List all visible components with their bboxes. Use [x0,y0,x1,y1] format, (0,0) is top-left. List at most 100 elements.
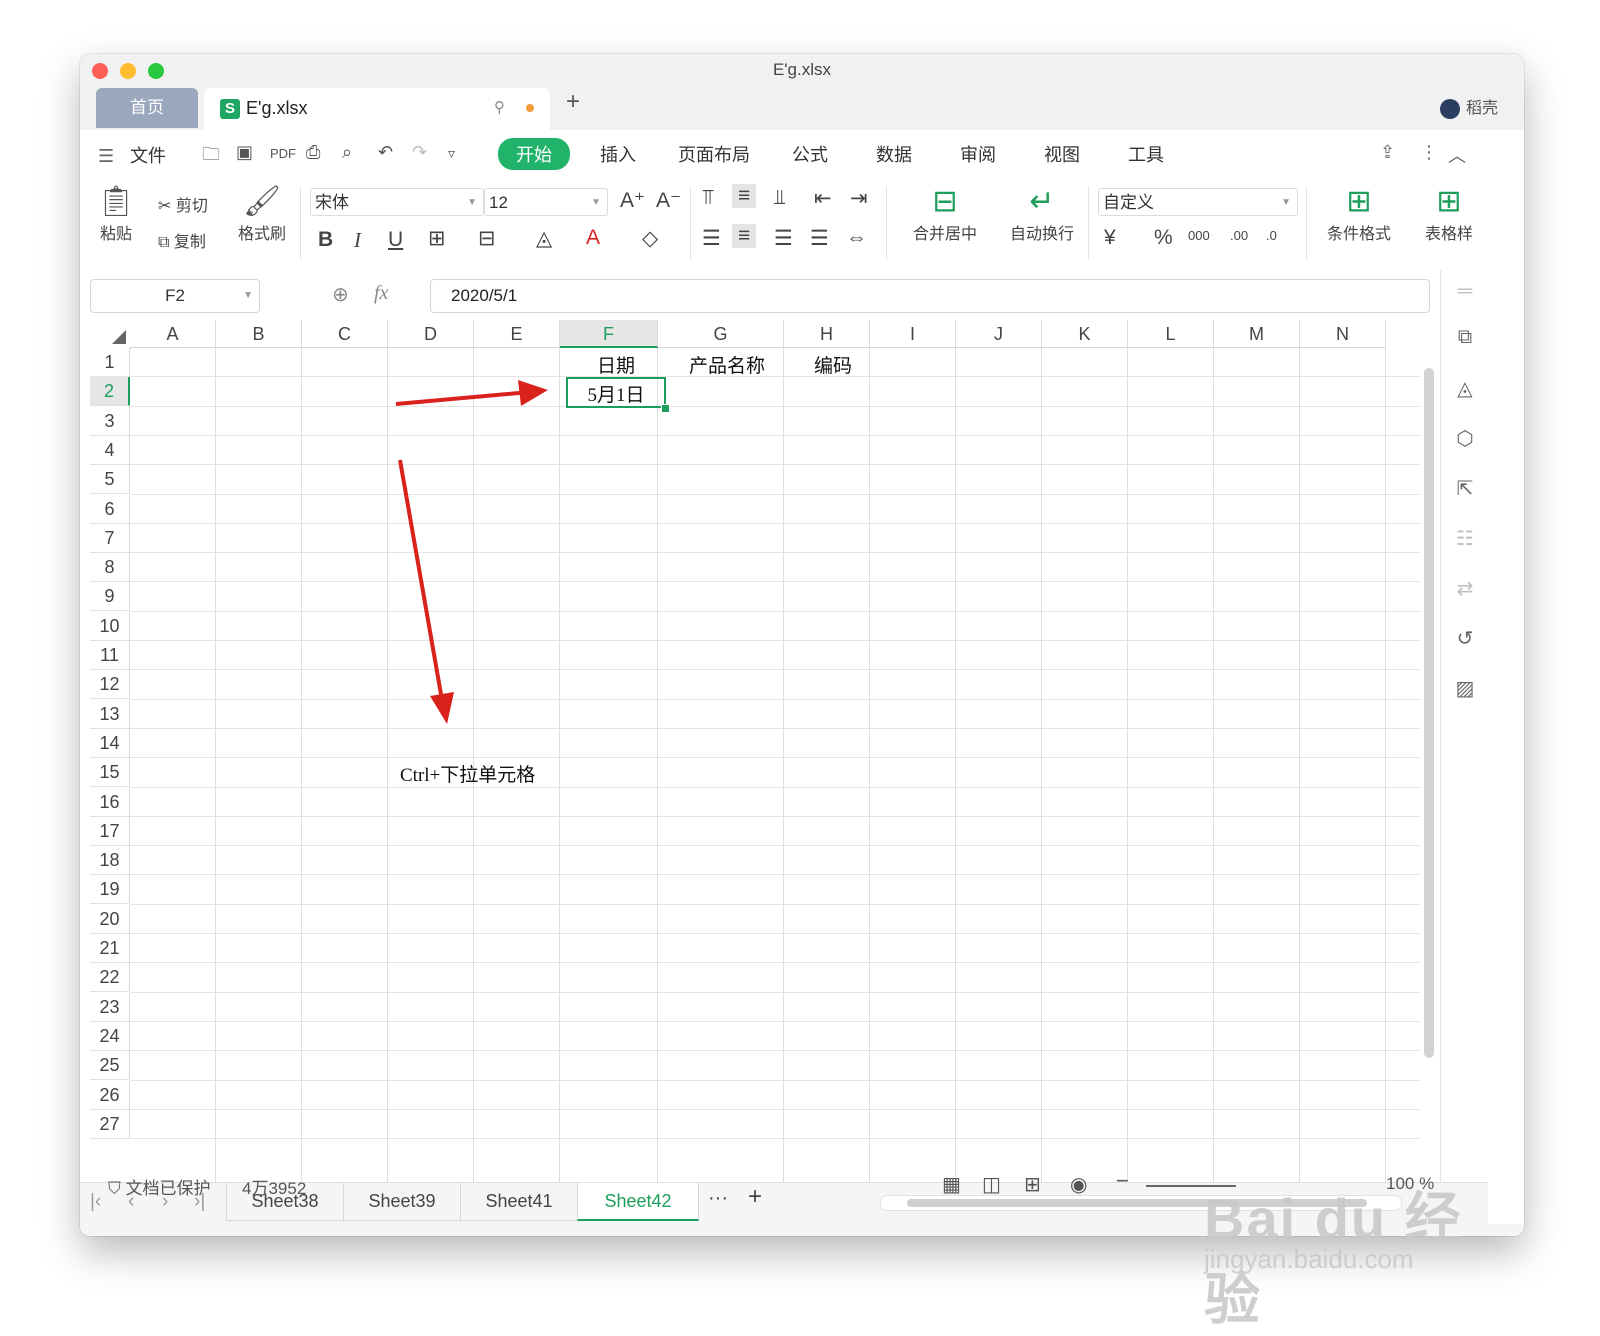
conditional-format-button[interactable]: ⊞ 条件格式 [1314,184,1404,244]
borders-icon[interactable]: ⊞ [428,226,446,251]
eraser-icon[interactable]: ◇ [642,226,658,251]
format-painter-button[interactable]: 🖌︎ 格式刷 [234,184,290,244]
select-cursor-icon[interactable]: ⇱ [1441,476,1489,501]
tab-tools[interactable]: 工具 [1128,141,1164,167]
sheet-tab-sheet42[interactable]: Sheet42 [577,1183,699,1221]
page-layout-view-icon[interactable]: ◫ [982,1172,1001,1197]
share-icon[interactable]: ⇪ [1380,142,1395,163]
print-icon[interactable]: ⎙ [306,142,320,163]
percent-icon[interactable]: % [1154,226,1173,250]
increase-font-icon[interactable]: A⁺ [620,188,645,213]
spreadsheet-grid[interactable]: A B C D E F G H I J K L M N 1 2 3 4 5 6 7 8 9 10 11 12 13 14 15 16 17 1… [90,320,1420,1182]
tab-start[interactable]: 开始 [498,138,570,170]
open-folder-icon[interactable]: 🗀 [202,142,220,172]
style-icon[interactable]: ◬ [1441,376,1489,401]
tab-page-layout[interactable]: 页面布局 [678,141,750,167]
print-preview-icon[interactable]: ⌕ [342,142,352,163]
tab-data[interactable]: 数据 [876,141,912,167]
add-sheet-button[interactable]: + [748,1183,762,1211]
save-icon[interactable]: ▣ [236,142,253,163]
tab-view[interactable]: 视图 [1044,141,1080,167]
distributed-icon[interactable]: ⇔ [846,226,867,250]
decrease-font-icon[interactable]: A⁻ [656,188,681,213]
collapse-ribbon-icon[interactable]: ︿ [1448,142,1466,168]
italic-icon[interactable]: I [354,228,361,253]
more-options-icon[interactable]: ⋮ [1420,142,1438,163]
undo-icon[interactable]: ↶ [378,142,393,163]
normal-view-icon[interactable]: ▦ [942,1172,961,1197]
font-size-select[interactable]: 12 ▼ [484,188,608,216]
customize-toolbar-icon[interactable]: ▿ [448,145,455,162]
wrap-text-icon: ↵ [1029,185,1055,218]
name-box-value: F2 [165,286,185,305]
align-right-icon[interactable]: ☰ [774,226,793,251]
copy-button[interactable]: ⧉ 复制 [158,228,206,252]
protection-label: 文档已保护 [125,1179,211,1198]
transform-icon[interactable]: ⇄ [1441,576,1489,601]
vertical-scroll-thumb[interactable] [1424,368,1434,1058]
eye-protection-icon[interactable]: ◉ [1070,1172,1087,1197]
underline-icon[interactable]: U [388,228,403,252]
copy-icon: ⧉ [158,234,174,251]
export-pdf-icon[interactable]: PDF [270,146,296,161]
tab-document[interactable]: S E'g.xlsx ⚲ [204,88,550,130]
history-icon[interactable]: ↺ [1441,626,1489,651]
protection-status[interactable]: ⛉ 文档已保护 [108,1174,210,1199]
thousands-icon[interactable]: 000 [1188,228,1210,243]
redo-icon[interactable]: ↷ [412,142,427,163]
ribbon-toolbar: 📋︎ 粘贴 ✂ 剪切 ⧉ 复制 🖌︎ 格式刷 宋体 ▼ 12 ▼ A⁺ A⁻ B I… [80,178,1488,271]
formula-input[interactable]: 2020/5/1 [430,279,1430,313]
decrease-decimal-icon[interactable]: .0 [1266,228,1277,243]
indent-icon[interactable]: ⇥ [850,186,868,211]
tab-insert[interactable]: 插入 [600,141,636,167]
align-bottom-icon[interactable]: ⫫ [774,186,786,210]
protect-icon[interactable]: ⬡ [1441,426,1489,451]
file-menu[interactable]: ☰ 文件 [98,142,166,168]
number-format-select[interactable]: 自定义 ▼ [1098,188,1298,216]
cell-style-icon[interactable]: ⊟ [478,226,496,251]
justify-icon[interactable]: ☰ [810,226,829,251]
sheet-tab-sheet41[interactable]: Sheet41 [460,1183,578,1221]
image-icon[interactable]: ▨ [1441,676,1489,701]
table-style-button[interactable]: ⊞ 表格样 [1418,184,1480,244]
align-center-icon[interactable]: ≡ [732,224,757,248]
new-tab-button[interactable]: + [566,88,580,116]
sheet-tab-sheet39[interactable]: Sheet39 [343,1183,461,1221]
increase-decimal-icon[interactable]: .00 [1230,228,1248,243]
cut-button[interactable]: ✂ 剪切 [158,192,208,216]
ribbon-divider [1088,186,1089,260]
key-icon[interactable]: ⚲ [494,98,505,116]
wrap-text-button[interactable]: ↵ 自动换行 [1002,184,1082,244]
fill-color-icon[interactable]: ◬ [536,226,552,251]
adjust-icon[interactable]: ☷ [1441,526,1489,551]
bold-icon[interactable]: B [318,228,333,252]
tab-home[interactable]: 首页 [96,88,198,128]
right-side-panel: ═ ⧉ ◬ ⬡ ⇱ ☷ ⇄ ↺ ▨ [1440,270,1489,1182]
tab-formulas[interactable]: 公式 [792,141,828,167]
font-name-select[interactable]: 宋体 ▼ [310,188,484,216]
first-sheet-icon[interactable]: |‹ [90,1191,101,1213]
tab-review[interactable]: 审阅 [960,141,996,167]
ribbon-divider [1306,186,1307,260]
font-color-icon[interactable]: A [586,226,600,250]
outdent-icon[interactable]: ⇤ [814,186,832,211]
align-top-icon[interactable]: ⫪ [702,186,714,210]
name-box[interactable]: F2 ▼ [90,279,260,313]
zoom-search-icon[interactable]: ⊕ [332,282,349,307]
currency-icon[interactable]: ¥ [1104,226,1116,250]
conditional-format-icon: ⊞ [1346,185,1372,218]
zoom-out-button[interactable]: − [1116,1168,1129,1194]
annotation-arrows [395,380,548,724]
page-break-view-icon[interactable]: ⊞ [1024,1172,1041,1197]
paste-button[interactable]: 📋︎ 粘贴 [90,184,142,244]
font-size-value: 12 [489,193,508,212]
arrow-right [395,390,531,406]
vertical-scrollbar[interactable] [1420,320,1440,1182]
shapes-icon[interactable]: ⧉ [1441,326,1489,349]
user-account[interactable]: 稻壳 [1439,94,1498,119]
merge-center-button[interactable]: ⊟ 合并居中 [900,184,990,244]
function-icon[interactable]: fx [374,282,388,305]
align-left-icon[interactable]: ☰ [702,226,721,251]
more-sheets-button[interactable]: ··· [708,1187,728,1210]
align-middle-icon[interactable]: ≡ [732,184,757,208]
